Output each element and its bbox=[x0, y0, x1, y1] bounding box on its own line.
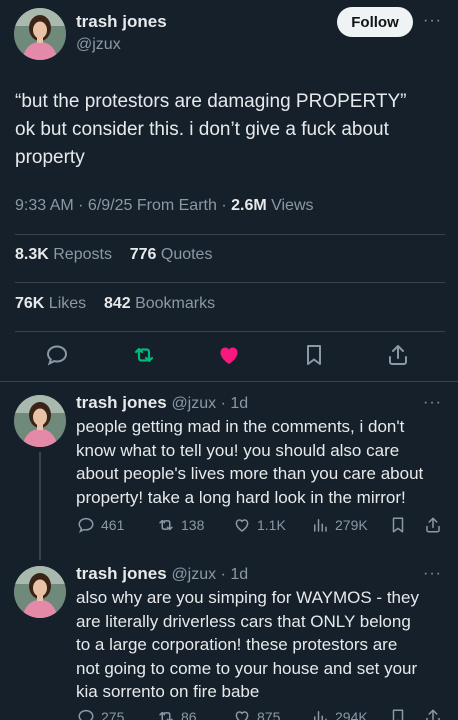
likes-bookmarks-row: 76K Likes 842 Bookmarks bbox=[15, 295, 215, 313]
likes-stat[interactable]: 76K Likes bbox=[15, 295, 86, 312]
views-count-button[interactable]: 279K bbox=[311, 516, 368, 534]
reply-tweet[interactable]: trash jones @jzux · 1d people getting ma… bbox=[76, 393, 448, 509]
bookmark-icon[interactable] bbox=[389, 708, 407, 720]
tweet-timestamp[interactable]: 9:33 AM · 6/9/25 From Earth · bbox=[15, 197, 231, 214]
like-count-button[interactable]: 875 bbox=[233, 708, 280, 720]
more-options-icon[interactable]: ··· bbox=[423, 12, 442, 30]
repost-icon bbox=[159, 519, 173, 531]
quotes-count: 776 bbox=[129, 246, 157, 263]
views-count: 294K bbox=[335, 709, 368, 720]
author-name[interactable]: trash jones bbox=[76, 12, 167, 32]
reposts-count: 8.3K bbox=[15, 246, 49, 263]
like-icon bbox=[235, 519, 249, 532]
reposts-stat[interactable]: 8.3K Reposts bbox=[15, 246, 112, 263]
views-count-button[interactable]: 294K bbox=[311, 708, 368, 720]
avatar[interactable] bbox=[14, 8, 66, 60]
views-count: 2.6M bbox=[231, 197, 267, 214]
reply-text: people getting mad in the comments, i do… bbox=[76, 417, 424, 507]
like-count: 1.1K bbox=[257, 517, 286, 533]
thread-line bbox=[39, 452, 41, 560]
reposts-label: Reposts bbox=[48, 246, 112, 263]
reply-count-button[interactable]: 275 bbox=[77, 708, 124, 720]
like-icon bbox=[235, 711, 249, 720]
reply-header: trash jones @jzux · 1d bbox=[76, 564, 448, 584]
author-handle[interactable]: @jzux bbox=[76, 36, 121, 54]
divider bbox=[15, 234, 445, 235]
share-icon[interactable] bbox=[386, 343, 410, 367]
reply-icon bbox=[78, 517, 94, 533]
like-count: 875 bbox=[257, 709, 281, 720]
bookmarks-stat[interactable]: 842 Bookmarks bbox=[104, 295, 215, 312]
reply-time[interactable]: · 1d bbox=[216, 395, 249, 412]
reply-author-name[interactable]: trash jones bbox=[76, 564, 167, 583]
likes-label: Likes bbox=[44, 295, 87, 312]
views-count: 279K bbox=[335, 517, 368, 533]
divider bbox=[15, 282, 445, 283]
like-count-button[interactable]: 1.1K bbox=[233, 516, 286, 534]
bookmarks-label: Bookmarks bbox=[130, 295, 216, 312]
reposts-quotes-row: 8.3K Reposts 776 Quotes bbox=[15, 246, 212, 264]
share-icon[interactable] bbox=[424, 516, 442, 534]
views-label: Views bbox=[266, 197, 314, 214]
reply-author-handle[interactable]: @jzux bbox=[171, 566, 216, 583]
views-icon bbox=[314, 519, 327, 532]
reply-tweet[interactable]: trash jones @jzux · 1d also why are you … bbox=[76, 564, 448, 704]
reply-header: trash jones @jzux · 1d bbox=[76, 393, 448, 413]
reply-count: 461 bbox=[101, 517, 125, 533]
bookmark-icon[interactable] bbox=[302, 343, 326, 367]
divider bbox=[15, 331, 445, 332]
quotes-label: Quotes bbox=[156, 246, 213, 263]
tweet-meta: 9:33 AM · 6/9/25 From Earth · 2.6M Views bbox=[15, 197, 314, 215]
reply-time[interactable]: · 1d bbox=[216, 566, 249, 583]
reply-author-handle[interactable]: @jzux bbox=[171, 395, 216, 412]
tweet-text: “but the protestors are damaging PROPERT… bbox=[15, 91, 407, 168]
reply-author-name[interactable]: trash jones bbox=[76, 393, 167, 412]
repost-count-button[interactable]: 86 bbox=[157, 708, 197, 720]
follow-button[interactable]: Follow bbox=[337, 7, 413, 37]
views-icon bbox=[314, 711, 327, 720]
repost-count: 138 bbox=[181, 517, 205, 533]
likes-count: 76K bbox=[15, 295, 45, 312]
like-icon[interactable] bbox=[217, 343, 241, 367]
more-options-icon[interactable]: ··· bbox=[423, 565, 442, 583]
repost-count: 86 bbox=[181, 709, 197, 720]
quotes-stat[interactable]: 776 Quotes bbox=[130, 246, 213, 263]
divider bbox=[0, 381, 458, 382]
reply-count: 275 bbox=[101, 709, 125, 720]
bookmark-icon[interactable] bbox=[389, 516, 407, 534]
repost-count-button[interactable]: 138 bbox=[157, 516, 204, 534]
reply-text: also why are you simping for WAYMOS - th… bbox=[76, 588, 419, 701]
repost-icon bbox=[159, 711, 173, 720]
share-icon[interactable] bbox=[424, 708, 442, 720]
reply-avatar[interactable] bbox=[14, 566, 66, 618]
more-options-icon[interactable]: ··· bbox=[423, 394, 442, 412]
reply-icon bbox=[78, 709, 94, 720]
reply-count-button[interactable]: 461 bbox=[77, 516, 124, 534]
reply-avatar[interactable] bbox=[14, 395, 66, 447]
bookmarks-count: 842 bbox=[103, 295, 131, 312]
repost-icon[interactable] bbox=[132, 343, 156, 367]
reply-icon[interactable] bbox=[45, 343, 69, 367]
